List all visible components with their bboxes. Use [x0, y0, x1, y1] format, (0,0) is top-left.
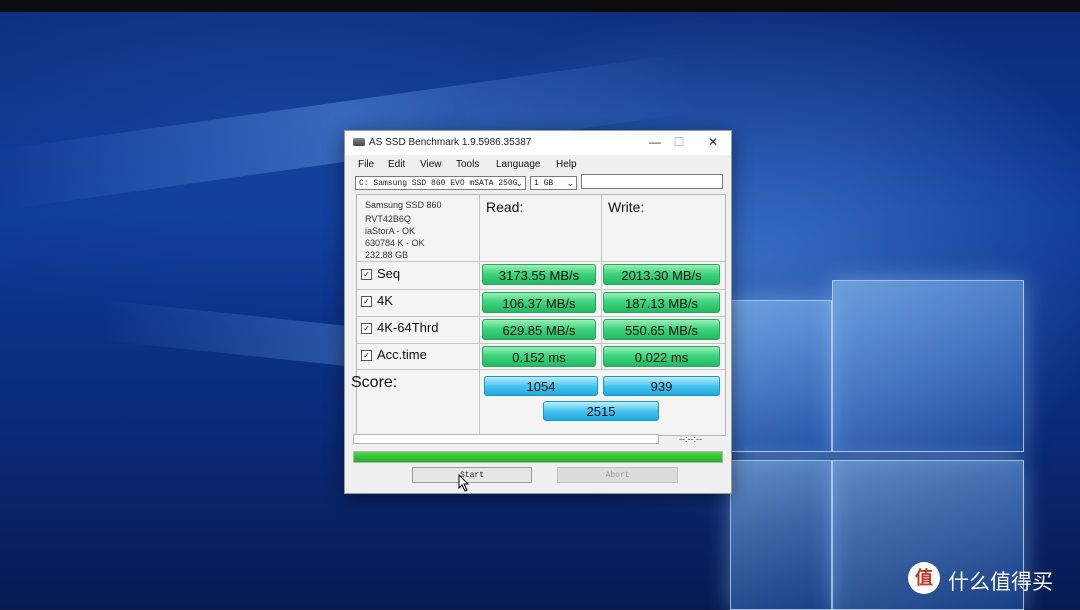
logo-pane	[730, 300, 832, 452]
window-title: AS SSD Benchmark 1.9.5986.35387	[369, 137, 532, 148]
drive-capacity: 232.88 GB	[365, 250, 409, 260]
menu-tools[interactable]: Tools	[456, 159, 479, 170]
watermark-text: 什么值得买	[948, 571, 1053, 594]
4k64-write-value: 550.65 MB/s	[603, 319, 720, 340]
score-read: 1054	[484, 376, 598, 396]
overall-progress-bar	[353, 451, 723, 463]
chevron-down-icon: ⌄	[566, 179, 574, 189]
seq-read-value: 3173.55 MB/s	[482, 264, 596, 285]
checkbox-checked-icon[interactable]: ✓	[361, 350, 372, 361]
read-header: Read:	[486, 199, 524, 215]
checkbox-checked-icon[interactable]: ✓	[361, 296, 372, 307]
divider	[357, 289, 725, 290]
divider	[357, 343, 725, 344]
logo-pane	[730, 460, 832, 610]
test-label: Seq	[377, 266, 401, 281]
acc-read-value: 0.152 ms	[482, 346, 596, 367]
size-select-value: 1 GB	[534, 179, 554, 188]
minimize-button[interactable]: —	[643, 134, 667, 150]
4k64-read-value: 629.85 MB/s	[482, 319, 596, 340]
menu-view[interactable]: View	[420, 159, 442, 170]
divider	[357, 316, 725, 317]
text-field[interactable]	[581, 174, 723, 189]
test-label: Acc.time	[377, 347, 427, 362]
test-label: 4K-64Thrd	[377, 320, 439, 335]
elapsed-time: --:--:--	[679, 434, 702, 444]
test-acc-time[interactable]: ✓ Acc.time	[361, 347, 427, 362]
mouse-cursor-icon	[458, 474, 470, 492]
drive-driver: iaStorA - OK	[365, 226, 416, 236]
drive-alignment: 630784 K - OK	[365, 238, 425, 248]
as-ssd-window: AS SSD Benchmark 1.9.5986.35387 — ☐ ✕ Fi…	[344, 130, 732, 494]
divider	[357, 261, 725, 262]
test-progress-bar	[353, 434, 659, 444]
menu-file[interactable]: File	[358, 159, 374, 170]
progress-fill	[354, 452, 722, 462]
checkbox-checked-icon[interactable]: ✓	[361, 269, 372, 280]
drive-firmware: RVT42B6Q	[365, 214, 411, 224]
4k-write-value: 187.13 MB/s	[603, 292, 720, 313]
start-button[interactable]: Start	[412, 467, 532, 483]
maximize-button[interactable]: ☐	[667, 134, 691, 150]
abort-button[interactable]: Abort	[557, 467, 678, 483]
drive-select[interactable]: C: Samsung SSD 860 EVO mSATA 250G ⌄	[355, 176, 526, 190]
drive-icon	[353, 138, 365, 146]
score-label: Score:	[351, 374, 398, 391]
watermark-logo-icon: 值	[908, 562, 940, 594]
menu-bar: File Edit View Tools Language Help	[345, 157, 731, 173]
menu-help[interactable]: Help	[556, 159, 577, 170]
close-button[interactable]: ✕	[701, 134, 725, 150]
checkbox-checked-icon[interactable]: ✓	[361, 323, 372, 334]
size-select[interactable]: 1 GB ⌄	[530, 176, 577, 190]
test-label: 4K	[377, 293, 393, 308]
test-seq[interactable]: ✓ Seq	[361, 266, 400, 281]
menu-language[interactable]: Language	[496, 159, 541, 170]
4k-read-value: 106.37 MB/s	[482, 292, 596, 313]
seq-write-value: 2013.30 MB/s	[603, 264, 720, 285]
logo-pane	[832, 280, 1024, 452]
chevron-down-icon: ⌄	[515, 179, 523, 189]
test-4k-64thrd[interactable]: ✓ 4K-64Thrd	[361, 320, 438, 335]
divider	[357, 369, 725, 370]
test-4k[interactable]: ✓ 4K	[361, 293, 393, 308]
score-write: 939	[603, 376, 720, 396]
results-panel: Samsung SSD 860 RVT42B6Q iaStorA - OK 63…	[356, 194, 726, 436]
monitor-bezel	[0, 0, 1080, 12]
score-total: 2515	[543, 401, 659, 421]
divider	[479, 195, 480, 435]
drive-select-value: C: Samsung SSD 860 EVO mSATA 250G	[359, 179, 518, 188]
menu-edit[interactable]: Edit	[388, 159, 405, 170]
title-bar[interactable]: AS SSD Benchmark 1.9.5986.35387 — ☐ ✕	[345, 131, 731, 155]
write-header: Write:	[608, 199, 645, 215]
acc-write-value: 0.022 ms	[603, 346, 720, 367]
drive-model: Samsung SSD 860	[365, 200, 442, 210]
